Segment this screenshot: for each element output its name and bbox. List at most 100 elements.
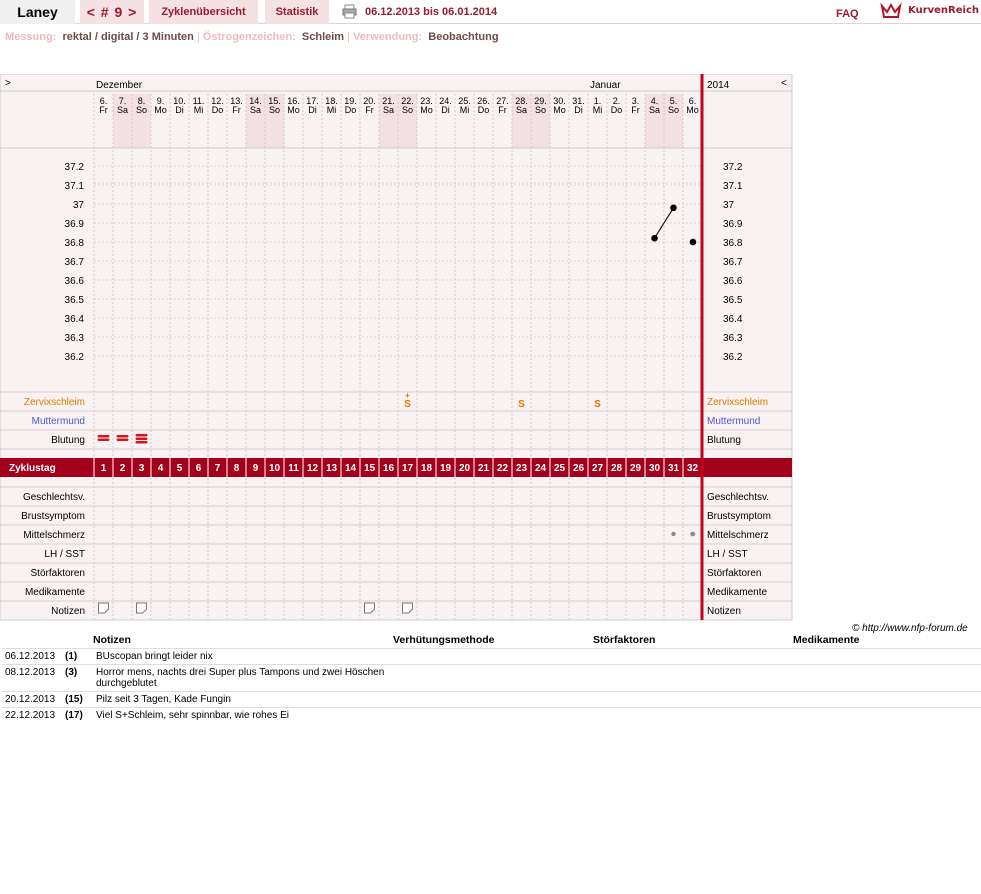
cycle-day-number: 2 [120, 463, 126, 474]
statistics-tab[interactable]: Statistik [265, 0, 329, 24]
y-tick-right: 36.6 [723, 276, 743, 287]
row-label-right: Störfaktoren [707, 568, 761, 579]
note-day: (3) [62, 663, 93, 691]
month-label: Dezember [96, 80, 143, 91]
weekday-label: So [136, 105, 147, 115]
weekday-label: So [668, 105, 679, 115]
temperature-point [651, 234, 658, 242]
cycle-day-number: 19 [440, 463, 452, 474]
cycle-day-number: 15 [364, 463, 376, 474]
weekday-label: So [535, 105, 546, 115]
meds-header: Medikamente [793, 634, 860, 647]
method-header: Verhütungsmethode [393, 634, 495, 647]
bleeding-marker [135, 437, 148, 440]
y-tick-left: 36.4 [65, 314, 85, 325]
brand-name[interactable]: KurvenReich [908, 5, 979, 16]
cycle-navigator[interactable]: < # 9 > [80, 0, 144, 24]
cycle-day-number: 8 [234, 463, 240, 474]
row-label-left: LH / SST [44, 549, 85, 560]
weekday-label: Di [574, 105, 583, 115]
table-row: 20.12.2013 (15) Pilz seit 3 Tagen, Kade Fu… [2, 690, 981, 707]
y-tick-right: 36.4 [723, 314, 743, 325]
separator: | [347, 31, 351, 43]
weekday-label: Fr [631, 105, 640, 115]
notes-table: Notizen Verhütungsmethode Störfaktoren M… [2, 633, 981, 723]
row-label-left: Medikamente [25, 587, 85, 598]
scroll-right-icon: < [781, 78, 787, 89]
notes-header-row: Notizen Verhütungsmethode Störfaktoren M… [2, 633, 981, 648]
weekday-label: Mi [593, 105, 603, 115]
weekday-label: So [269, 105, 280, 115]
bleeding-marker [135, 434, 148, 437]
weekday-label: Mi [327, 105, 337, 115]
weekday-label: Di [441, 105, 450, 115]
y-tick-left: 36.5 [65, 295, 85, 306]
weekday-label: Sa [117, 105, 128, 115]
weekday-label: Do [212, 105, 224, 115]
cycle-day-number: 32 [687, 463, 699, 474]
weekday-label: So [402, 105, 413, 115]
note-text: Viel S+Schleim, sehr spinnbar, wie rohes… [93, 706, 393, 723]
month-label: Januar [590, 80, 621, 91]
cycle-day-number: 27 [592, 463, 604, 474]
y-tick-left: 36.6 [65, 276, 85, 287]
weekday-label: Do [478, 105, 490, 115]
cycle-day-number: 26 [573, 463, 585, 474]
weekday-label: Sa [516, 105, 527, 115]
y-tick-right: 36.7 [723, 257, 743, 268]
table-row: 06.12.2013 (1) BUscopan bringt leider nix [2, 647, 981, 664]
row-label-left: Brustsymptom [21, 511, 85, 522]
weekday-label: Sa [383, 105, 394, 115]
estrogen-label: Östrogenzeichen: [202, 31, 296, 43]
cycle-day-label: Zyklustag [9, 463, 56, 474]
kurvenreich-logo-icon[interactable] [880, 2, 902, 20]
bleeding-marker [97, 435, 110, 438]
y-tick-right: 37 [723, 200, 735, 211]
row-label-right: Brustsymptom [707, 511, 771, 522]
chart-background [0, 74, 793, 621]
note-date: 06.12.2013 [2, 647, 62, 664]
row-label-left: Blutung [51, 435, 85, 446]
usage-label: Verwendung: [353, 31, 423, 43]
bleeding-marker [116, 435, 129, 438]
y-tick-left: 36.2 [65, 352, 85, 363]
pain-marker [671, 531, 676, 537]
note-date: 20.12.2013 [2, 690, 62, 707]
note-text: Pilz seit 3 Tagen, Kade Fungin [93, 690, 393, 707]
weekday-label: Di [175, 105, 184, 115]
cycle-day-number: 10 [269, 463, 281, 474]
y-tick-right: 36.9 [723, 219, 743, 230]
temperature-point [689, 238, 697, 246]
cycle-day-number: 11 [288, 463, 299, 474]
measure-value: rektal / digital / 3 Minuten [62, 31, 194, 43]
row-label-right: Zervixschleim [707, 397, 768, 408]
print-icon[interactable] [342, 4, 357, 19]
row-label-right: Geschlechtsv. [707, 492, 769, 503]
faq-link[interactable]: FAQ [836, 8, 859, 20]
usage-value: Beobachtung [428, 31, 499, 43]
cycle-overview-tab[interactable]: Zyklenübersicht [149, 0, 258, 24]
row-label-left: Störfaktoren [31, 568, 85, 579]
cycle-day-number: 17 [402, 463, 414, 474]
cycle-day-number: 7 [215, 463, 221, 474]
y-tick-right: 36.8 [723, 238, 743, 249]
cycle-day-number: 30 [649, 463, 661, 474]
user-name: Laney [0, 0, 75, 24]
weekday-label: Mi [460, 105, 470, 115]
y-tick-left: 36.7 [65, 257, 85, 268]
note-day: (1) [62, 647, 93, 664]
weekday-label: Fr [365, 105, 374, 115]
table-row: 22.12.2013 (17) Viel S+Schleim, sehr spinn… [2, 706, 981, 723]
y-tick-right: 37.2 [723, 162, 743, 173]
notes-header: Notizen [93, 634, 131, 647]
mucus-marker: S [594, 399, 601, 410]
cycle-day-number: 6 [196, 463, 202, 474]
note-day: (17) [62, 706, 93, 723]
weekday-label: Sa [250, 105, 261, 115]
y-tick-left: 36.8 [65, 238, 85, 249]
scroll-left-icon: > [5, 78, 11, 89]
bleeding-marker [135, 441, 148, 444]
y-tick-right: 37.1 [723, 181, 743, 192]
note-text: BUscopan bringt leider nix [93, 647, 393, 664]
note-day: (15) [62, 690, 93, 707]
